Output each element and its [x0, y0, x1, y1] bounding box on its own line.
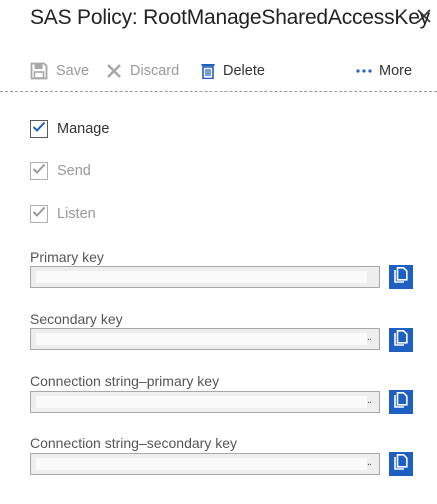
- copy-icon: [394, 266, 408, 288]
- panel-title: SAS Policy: RootManageSharedAccessKey: [30, 6, 430, 29]
- discard-button[interactable]: Discard: [106, 56, 179, 86]
- toolbar-divider: [0, 91, 437, 92]
- send-label: Send: [57, 163, 91, 179]
- connection-string-primary-value: [36, 396, 367, 408]
- send-checkbox-box[interactable]: [30, 162, 48, 180]
- send-checkbox[interactable]: Send: [30, 160, 91, 182]
- overflow-indicator: ..: [366, 456, 372, 468]
- save-button[interactable]: Save: [30, 56, 89, 86]
- overflow-indicator: ..: [366, 331, 372, 343]
- copy-primary-key-button[interactable]: [389, 265, 413, 289]
- copy-connection-string-primary-button[interactable]: [389, 390, 413, 414]
- more-label: More: [379, 63, 413, 79]
- copy-icon: [394, 453, 408, 475]
- secondary-key-value: [36, 333, 367, 345]
- save-label: Save: [56, 63, 90, 79]
- close-icon: [416, 8, 432, 29]
- checkmark-icon: [32, 206, 46, 222]
- connection-string-secondary-label: Connection string–secondary key: [30, 435, 238, 451]
- listen-checkbox-box[interactable]: [30, 205, 48, 223]
- delete-icon: [201, 63, 215, 79]
- copy-icon: [394, 391, 408, 413]
- more-button[interactable]: More: [355, 56, 412, 86]
- manage-checkbox-box[interactable]: [30, 120, 48, 138]
- primary-key-field[interactable]: [30, 266, 380, 288]
- delete-label: Delete: [223, 63, 265, 79]
- close-button[interactable]: [414, 8, 434, 28]
- primary-key-value: [36, 271, 367, 283]
- manage-label: Manage: [57, 121, 110, 137]
- copy-icon: [394, 329, 408, 351]
- checkmark-icon: [32, 163, 46, 179]
- copy-connection-string-secondary-button[interactable]: [389, 452, 413, 476]
- manage-checkbox[interactable]: Manage: [30, 118, 109, 140]
- discard-label: Discard: [130, 63, 180, 79]
- command-bar: Save Discard Delete More: [0, 56, 437, 88]
- copy-secondary-key-button[interactable]: [389, 328, 413, 352]
- secondary-key-field[interactable]: ..: [30, 328, 380, 350]
- connection-string-secondary-field[interactable]: ..: [30, 453, 380, 475]
- overflow-indicator: ..: [366, 394, 372, 406]
- listen-checkbox[interactable]: Listen: [30, 203, 96, 225]
- checkmark-icon: [32, 121, 46, 137]
- connection-string-primary-field[interactable]: ..: [30, 391, 380, 413]
- delete-button[interactable]: Delete: [201, 56, 265, 86]
- discard-icon: [106, 63, 122, 79]
- connection-string-secondary-value: [36, 458, 367, 470]
- listen-label: Listen: [57, 206, 96, 222]
- connection-string-primary-label: Connection string–primary key: [30, 373, 220, 389]
- more-icon: [355, 68, 373, 74]
- secondary-key-label: Secondary key: [30, 311, 123, 327]
- save-icon: [30, 62, 48, 80]
- primary-key-label: Primary key: [30, 249, 104, 265]
